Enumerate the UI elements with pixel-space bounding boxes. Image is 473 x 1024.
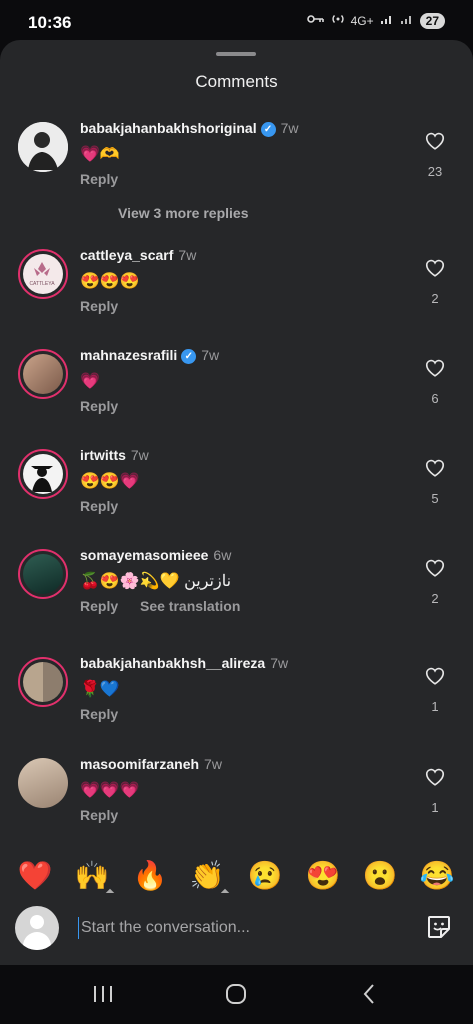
network-type: 4G+ [350,13,374,28]
signal-icon [380,13,394,28]
view-more-replies[interactable]: View 3 more replies [118,205,248,221]
like-count: 23 [427,164,443,179]
avatar[interactable] [18,449,68,499]
comment-time: 7w [280,120,299,136]
verified-badge-icon: ✓ [260,121,276,137]
avatar[interactable] [18,549,68,599]
heart-outline-icon [424,359,446,383]
comment-text: 🍒😍🌸💫💛 نازترین [80,573,232,590]
vpn-key-icon [306,13,325,28]
comment-item: irtwitts 7w 😍😍💗 Reply 5 [0,447,473,527]
comment-time: 7w [178,247,197,263]
avatar[interactable] [18,758,68,808]
comment-item: masoomifarzaneh 7w 💗💗💗 Reply 1 [0,756,473,836]
like-count: 2 [431,591,439,606]
avatar[interactable] [18,122,68,172]
battery-level: 27 [419,12,445,29]
verified-badge-icon: ✓ [181,348,197,364]
heart-outline-icon [424,768,446,792]
back-icon[interactable] [354,981,384,1007]
comment-username[interactable]: irtwitts 7w [80,447,149,463]
heart-outline-icon [424,132,446,156]
avatar[interactable]: CATTLEYA [18,249,68,299]
comment-username[interactable]: somayemasomieee 6w [80,547,231,563]
reply-button[interactable]: Reply [80,298,118,314]
reply-button[interactable]: Reply [80,398,118,414]
heart-outline-icon [424,559,446,583]
like-count: 5 [431,491,439,506]
comment-item: babakjahanbakhsh__alireza 7w 🌹💙 Reply 1 [0,655,473,735]
reply-button[interactable]: Reply [80,807,118,823]
signal-icon-2 [400,13,414,28]
like-count: 1 [431,699,439,714]
comment-username[interactable]: mahnazesrafili ✓ 7w [80,347,219,364]
status-bar: 10:36 4G+ 27 [0,0,473,44]
like-button[interactable]: 6 [421,357,449,406]
like-button[interactable]: 2 [421,257,449,306]
reaction-raised-hands[interactable]: 🙌 [74,858,110,894]
reaction-surprised[interactable]: 😮 [362,858,398,894]
comment-time: 7w [201,347,220,363]
my-avatar [15,906,59,950]
reaction-clap[interactable]: 👏 [189,858,225,894]
comment-text: 💗 [80,373,100,390]
comment-text: 😍😍💗 [80,473,140,490]
drag-handle[interactable] [216,52,256,56]
quick-reactions-bar: ❤️ 🙌 🔥 👏 😢 😍 😮 😂 [0,858,473,898]
comment-text: 🌹💙 [80,681,120,698]
reaction-laughing[interactable]: 😂 [419,858,455,894]
reaction-heart-eyes[interactable]: 😍 [305,858,341,894]
reaction-fire[interactable]: 🔥 [132,858,168,894]
like-button[interactable]: 2 [421,557,449,606]
heart-outline-icon [424,667,446,691]
avatar[interactable] [18,349,68,399]
like-button[interactable]: 1 [421,665,449,714]
reaction-crying[interactable]: 😢 [247,858,283,894]
status-time: 10:36 [28,13,72,32]
sheet-title: Comments [195,72,278,91]
heart-outline-icon [424,459,446,483]
like-count: 6 [431,391,439,406]
hotspot-icon [331,12,345,29]
reply-button[interactable]: Reply [80,598,118,614]
system-navigation-bar [0,965,473,1024]
reply-button[interactable]: Reply [80,706,118,722]
comment-input[interactable] [78,917,401,939]
comment-text: 💗💗💗 [80,782,140,799]
like-count: 2 [431,291,439,306]
comment-time: 7w [270,655,289,671]
comment-time: 6w [213,547,232,563]
comment-time: 7w [130,447,149,463]
avatar[interactable] [18,657,68,707]
comment-item: mahnazesrafili ✓ 7w 💗 Reply 6 [0,347,473,427]
status-icons: 4G+ 27 [306,12,445,29]
cattleya-logo-text: CATTLEYA [29,281,55,287]
comment-username[interactable]: masoomifarzaneh 7w [80,756,222,772]
comment-username[interactable]: babakjahanbakhsh__alireza 7w [80,655,288,671]
see-translation-button[interactable]: See translation [140,598,240,614]
comment-time: 7w [204,756,222,772]
like-button[interactable]: 5 [421,457,449,506]
comments-sheet: Comments babakjahanbakhshoriginal ✓ 7w 💗🫶 … [0,40,473,965]
like-button[interactable]: 1 [421,766,449,815]
sticker-icon[interactable] [425,913,453,941]
comment-composer [0,903,473,953]
home-icon[interactable] [221,981,251,1007]
like-count: 1 [431,800,439,815]
comment-username[interactable]: babakjahanbakhshoriginal ✓ 7w [80,120,299,137]
comment-text: 😍😍😍 [80,273,140,290]
heart-outline-icon [424,259,446,283]
comment-text: 💗🫶 [80,146,120,163]
comment-item: somayemasomieee 6w 🍒😍🌸💫💛 نازترین Reply Se… [0,547,473,627]
comment-item: CATTLEYA cattleya_scarf 7w 😍😍😍 Reply 2 [0,247,473,327]
reply-button[interactable]: Reply [80,171,118,187]
like-button[interactable]: 23 [421,130,449,179]
reaction-heart[interactable]: ❤️ [17,858,53,894]
comment-username[interactable]: cattleya_scarf 7w [80,247,196,263]
reply-button[interactable]: Reply [80,498,118,514]
recents-icon[interactable] [88,981,118,1007]
comment-item: babakjahanbakhshoriginal ✓ 7w 💗🫶 Reply 23 [0,120,473,200]
